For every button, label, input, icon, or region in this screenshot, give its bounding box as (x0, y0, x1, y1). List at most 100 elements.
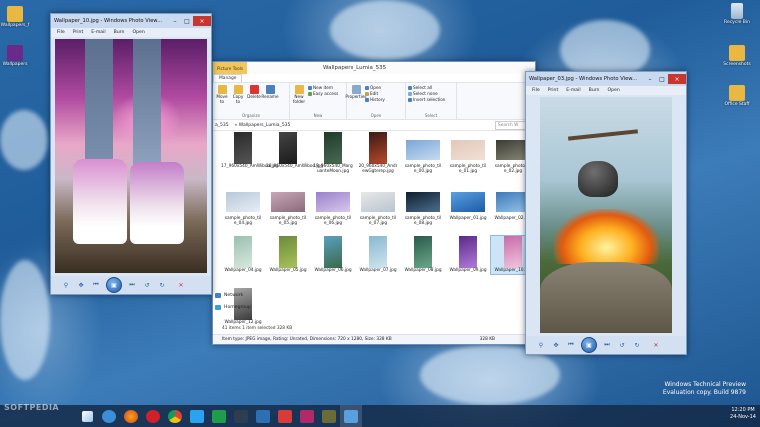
file-item[interactable]: 18_960x540_AmWiboo.jpg (266, 132, 323, 170)
zoom-icon[interactable]: ⚲ (61, 281, 71, 289)
previous-icon[interactable]: ⏮ (91, 281, 101, 289)
viewer-titlebar[interactable]: Wallpaper_03.jpg - Windows Photo View...… (526, 72, 686, 86)
rotate-right-icon[interactable]: ↻ (157, 281, 167, 289)
close-button[interactable]: × (668, 74, 686, 84)
rotate-right-icon[interactable]: ↻ (632, 341, 642, 349)
slideshow-button[interactable]: ▣ (581, 337, 597, 353)
menu-burn[interactable]: Burn (589, 88, 600, 93)
menu-print[interactable]: Print (548, 88, 559, 93)
edit-button[interactable]: Edit (365, 91, 385, 96)
file-item[interactable]: Wallpaper_09.jpg (446, 236, 490, 274)
menu-open[interactable]: Open (132, 30, 144, 35)
nav-item-network[interactable]: Network (215, 293, 243, 298)
properties-button[interactable]: Properties (345, 85, 367, 111)
file-item[interactable]: Wallpaper_07.jpg (356, 236, 400, 274)
file-item[interactable]: sample_photo_til e_05.jpg (266, 184, 310, 227)
taskbar-app[interactable] (274, 405, 296, 427)
photo-viewer-left[interactable]: Wallpaper_10.jpg - Windows Photo View...… (50, 13, 212, 295)
menu-open[interactable]: Open (607, 88, 619, 93)
picture-tools-tab[interactable]: Picture Tools (213, 62, 247, 74)
taskbar-app[interactable] (252, 405, 274, 427)
folder-icon (729, 45, 745, 61)
easy-access-button[interactable]: Easy access (308, 91, 338, 96)
file-item[interactable]: sample_photo_til e_08.jpg (401, 184, 445, 227)
file-item[interactable]: 17_960x540_AmWiboo.jpg (221, 132, 278, 170)
maximize-button[interactable]: □ (181, 16, 193, 26)
new-item-button[interactable]: New item (308, 85, 338, 90)
previous-icon[interactable]: ⏮ (566, 341, 576, 349)
file-name: Wallpaper_04.jpg (224, 268, 262, 273)
desktop-icon-screenshots[interactable]: Screenshots (717, 45, 757, 67)
file-item[interactable]: 20_960x540_Andr ewGgterep.jpg (356, 132, 400, 175)
taskbar-firefox[interactable] (120, 405, 142, 427)
delete-icon[interactable]: ✕ (651, 341, 661, 349)
select-none-button[interactable]: Select none (408, 91, 445, 96)
ribbon: Move to Copy to Delete Rename Organize N… (213, 82, 535, 120)
actual-size-icon[interactable]: ✥ (76, 281, 86, 289)
menu-file[interactable]: File (57, 30, 65, 35)
next-icon[interactable]: ⏭ (127, 281, 137, 289)
file-item[interactable]: Wallpaper_04.jpg (221, 236, 265, 274)
delete-icon[interactable]: ✕ (176, 281, 186, 289)
file-item[interactable]: sample_photo_til e_01.jpg (446, 132, 490, 175)
menu-burn[interactable]: Burn (114, 30, 125, 35)
rotate-left-icon[interactable]: ↺ (142, 281, 152, 289)
taskbar-opera[interactable] (142, 405, 164, 427)
file-item[interactable]: Wallpaper_08.jpg (401, 236, 445, 274)
file-item[interactable]: sample_photo_til e_07.jpg (356, 184, 400, 227)
copy-to-button[interactable]: Copy to (231, 85, 245, 111)
new-folder-button[interactable]: New folder (292, 85, 306, 111)
maximize-button[interactable]: □ (656, 74, 668, 84)
file-item[interactable]: Wallpaper_06.jpg (311, 236, 355, 274)
menu-file[interactable]: File (532, 88, 540, 93)
minimize-button[interactable]: – (644, 74, 656, 84)
slideshow-button[interactable]: ▣ (106, 277, 122, 293)
history-button[interactable]: History (365, 97, 385, 102)
desktop-icon-wallpapers[interactable]: Wallpapers (0, 45, 35, 67)
actual-size-icon[interactable]: ✥ (551, 341, 561, 349)
file-explorer-window[interactable]: Picture Tools Wallpapers_Lumia_535 Manag… (212, 61, 536, 345)
start-button[interactable] (76, 405, 98, 427)
delete-button[interactable]: Delete (247, 85, 261, 111)
file-item[interactable]: sample_photo_til e_04.jpg (221, 184, 265, 227)
explorer-titlebar[interactable]: Picture Tools Wallpapers_Lumia_535 (213, 62, 535, 74)
close-button[interactable]: × (193, 16, 211, 26)
taskbar-photo-viewer[interactable] (340, 405, 362, 427)
file-thumbnail (324, 236, 342, 268)
tab-manage[interactable]: Manage (213, 74, 243, 82)
taskbar-chrome[interactable] (164, 405, 186, 427)
taskbar-app[interactable] (296, 405, 318, 427)
file-item[interactable]: sample_photo_til e_00.jpg (401, 132, 445, 175)
file-item[interactable]: Wallpaper_05.jpg (266, 236, 310, 274)
desktop-icon-office-staff[interactable]: Office Staff (717, 85, 757, 107)
taskbar-store[interactable] (208, 405, 230, 427)
viewer-titlebar[interactable]: Wallpaper_10.jpg - Windows Photo View...… (51, 14, 211, 28)
taskbar-app[interactable] (318, 405, 340, 427)
file-item[interactable]: sample_photo_til e_06.jpg (311, 184, 355, 227)
rotate-left-icon[interactable]: ↺ (617, 341, 627, 349)
taskbar-app[interactable] (230, 405, 252, 427)
menu-email[interactable]: E-mail (566, 88, 580, 93)
desktop-icon-recycle-bin[interactable]: Recycle Bin (717, 3, 757, 25)
file-item[interactable]: Wallpaper_01.jpg (446, 184, 490, 222)
taskbar-twitter[interactable] (186, 405, 208, 427)
rename-button[interactable]: Rename (261, 85, 279, 111)
photo-viewer-right[interactable]: Wallpaper_03.jpg - Windows Photo View...… (525, 71, 687, 355)
desktop-icon-wallpapers-f[interactable]: Wallpapers_f (0, 6, 35, 28)
nav-item-homegroup[interactable]: Homegroup (215, 305, 251, 310)
zoom-icon[interactable]: ⚲ (536, 341, 546, 349)
desktop-icon-label: Wallpapers_f (0, 23, 30, 28)
file-item[interactable]: 19_960x540_Marg uanteMoon.jpg (311, 132, 355, 175)
select-all-button[interactable]: Select all (408, 85, 445, 90)
menu-print[interactable]: Print (73, 30, 84, 35)
move-to-button[interactable]: Move to (215, 85, 229, 111)
address-path[interactable]: « Wallpapers_Lumia_535 (235, 123, 291, 128)
clock[interactable]: 12:20 PM 24-Nov-14 (730, 407, 756, 421)
minimize-button[interactable]: – (169, 16, 181, 26)
invert-selection-button[interactable]: Invert selection (408, 97, 445, 102)
menu-email[interactable]: E-mail (91, 30, 105, 35)
open-button[interactable]: Open (365, 85, 385, 90)
taskbar-ie[interactable] (98, 405, 120, 427)
next-icon[interactable]: ⏭ (602, 341, 612, 349)
address-bar[interactable]: a_535 « Wallpapers_Lumia_535 Search W (213, 120, 535, 131)
